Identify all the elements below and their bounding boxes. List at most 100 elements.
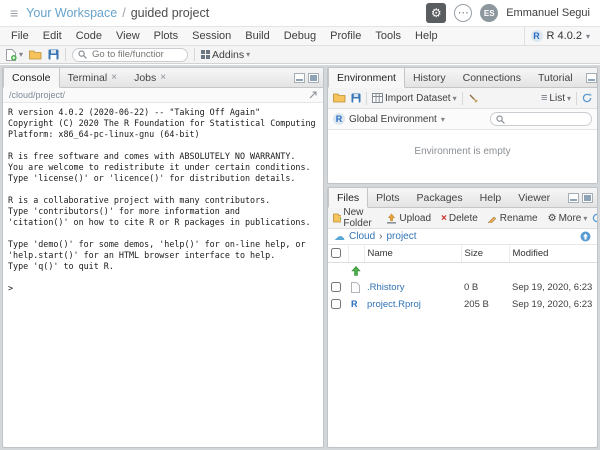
tab-viewer[interactable]: Viewer — [510, 188, 559, 207]
environment-scope-label[interactable]: Global Environment — [349, 114, 437, 125]
files-table: Name Size Modified .Rhistory 0 B Sep 19,… — [328, 245, 597, 313]
menu-build[interactable]: Build — [238, 30, 276, 42]
pane-window-controls — [582, 68, 597, 87]
r-logo-icon: R — [530, 30, 543, 42]
maximize-pane-icon[interactable] — [308, 72, 319, 83]
menu-debug[interactable]: Debug — [277, 30, 323, 42]
menu-code[interactable]: Code — [69, 30, 109, 42]
menu-file[interactable]: File — [4, 30, 36, 42]
menu-edit[interactable]: Edit — [36, 30, 69, 42]
console-output[interactable]: R version 4.0.2 (2020-06-22) -- "Taking … — [3, 103, 323, 447]
tab-history[interactable]: History — [405, 68, 455, 87]
list-view-button[interactable]: ≡ List ▾ — [541, 92, 571, 104]
close-icon[interactable]: × — [160, 72, 166, 83]
menu-tools[interactable]: Tools — [368, 30, 408, 42]
minimize-pane-icon[interactable] — [294, 72, 305, 83]
tab-plots[interactable]: Plots — [368, 188, 408, 207]
delete-button[interactable]: × Delete — [441, 213, 478, 224]
save-workspace-button[interactable] — [351, 93, 361, 103]
new-file-button[interactable]: ▾ — [6, 48, 24, 61]
gear-icon: ⚙ — [547, 212, 557, 224]
chevron-down-icon: ▾ — [19, 50, 24, 59]
popout-icon[interactable] — [309, 91, 317, 99]
breadcrumb-root[interactable]: Cloud — [349, 231, 375, 242]
save-button[interactable] — [48, 49, 59, 60]
breadcrumb-current[interactable]: project — [386, 231, 416, 242]
file-link[interactable]: .Rhistory — [367, 282, 404, 293]
refresh-environment-button[interactable] — [582, 93, 592, 103]
environment-search-input[interactable] — [508, 112, 586, 126]
tab-label: Environment — [337, 71, 396, 84]
environment-panel: Environment History Connections Tutorial… — [327, 67, 598, 184]
chevron-down-icon: ▾ — [246, 50, 251, 59]
tab-tutorial[interactable]: Tutorial — [530, 68, 582, 87]
modified-column-header[interactable]: Modified — [508, 245, 597, 263]
r-version-label: R 4.0.2 — [546, 30, 582, 42]
menu-help[interactable]: Help — [408, 30, 445, 42]
tab-help[interactable]: Help — [472, 188, 511, 207]
file-size: 0 B — [464, 282, 479, 293]
workspace-topbar: ≡ Your Workspace / guided project ⚙ ⋯ ES… — [0, 0, 600, 27]
upload-icon — [387, 212, 397, 224]
goto-file-input[interactable] — [90, 48, 183, 61]
workspace-menu-icon[interactable]: ≡ — [10, 5, 18, 21]
pane-window-controls — [290, 68, 323, 87]
refresh-files-button[interactable] — [592, 213, 597, 223]
clear-environment-button[interactable] — [468, 93, 479, 104]
r-version-selector[interactable]: R R 4.0.2 ▾ — [523, 27, 596, 45]
toolbar-separator — [194, 48, 196, 61]
tab-terminal[interactable]: Terminal × — [60, 68, 127, 87]
tab-label: Plots — [376, 191, 400, 204]
settings-button[interactable]: ⚙ — [426, 3, 447, 23]
up-arrow-icon[interactable] — [351, 265, 361, 276]
files-header-row: Name Size Modified — [328, 245, 597, 263]
tab-jobs[interactable]: Jobs × — [126, 68, 175, 87]
workspace-link[interactable]: Your Workspace — [26, 6, 117, 20]
name-column-header[interactable]: Name — [363, 245, 461, 263]
select-all-checkbox[interactable] — [331, 248, 341, 259]
files-panel: Files Plots Packages Help Viewer New Fol… — [327, 187, 598, 448]
menu-profile[interactable]: Profile — [323, 30, 368, 42]
file-checkbox[interactable] — [331, 282, 341, 293]
go-to-directory-icon[interactable] — [580, 231, 591, 242]
file-row: .Rhistory 0 B Sep 19, 2020, 6:23 — [328, 279, 597, 296]
menu-session[interactable]: Session — [185, 30, 238, 42]
file-checkbox[interactable] — [331, 299, 341, 310]
open-file-button[interactable] — [29, 50, 42, 60]
more-button[interactable]: ⚙ More ▾ — [548, 213, 588, 224]
addins-button[interactable]: Addins ▾ — [201, 49, 250, 61]
load-workspace-button[interactable] — [333, 93, 346, 103]
close-icon[interactable]: × — [111, 72, 117, 83]
chevron-down-icon: ▾ — [440, 114, 445, 124]
delete-label: Delete — [448, 212, 478, 224]
more-options-button[interactable]: ⋯ — [454, 4, 473, 22]
tab-console[interactable]: Console — [3, 68, 60, 88]
tab-files[interactable]: Files — [328, 188, 369, 208]
goto-file-search — [72, 47, 189, 62]
upload-label: Upload — [399, 212, 432, 224]
menu-view[interactable]: View — [109, 30, 147, 42]
tab-environment[interactable]: Environment — [328, 68, 405, 88]
user-name: Emmanuel Segui — [506, 7, 590, 19]
maximize-pane-icon[interactable] — [582, 192, 593, 203]
file-modified: Sep 19, 2020, 6:23 — [512, 282, 593, 293]
new-folder-icon — [333, 213, 342, 223]
environment-toolbar: Import Dataset ▾ ≡ List ▾ — [328, 88, 597, 109]
tab-connections[interactable]: Connections — [455, 68, 530, 87]
refresh-icon — [593, 213, 597, 223]
size-column-header[interactable]: Size — [460, 245, 509, 263]
tab-packages[interactable]: Packages — [409, 188, 472, 207]
minimize-pane-icon[interactable] — [585, 72, 597, 83]
minimize-pane-icon[interactable] — [568, 192, 579, 203]
file-link[interactable]: project.Rproj — [367, 299, 421, 310]
workbench: Console Terminal × Jobs × /cloud/project/ … — [0, 65, 600, 450]
rename-button[interactable]: Rename — [487, 213, 538, 224]
import-dataset-button[interactable]: Import Dataset ▾ — [372, 93, 457, 104]
save-icon — [351, 93, 361, 103]
menu-plots[interactable]: Plots — [147, 30, 185, 42]
parent-directory-row[interactable] — [328, 262, 597, 279]
upload-button[interactable]: Upload — [386, 213, 431, 224]
new-folder-button[interactable]: New Folder — [333, 207, 376, 229]
tab-label: Viewer — [518, 191, 551, 204]
avatar[interactable]: ES — [480, 4, 499, 22]
